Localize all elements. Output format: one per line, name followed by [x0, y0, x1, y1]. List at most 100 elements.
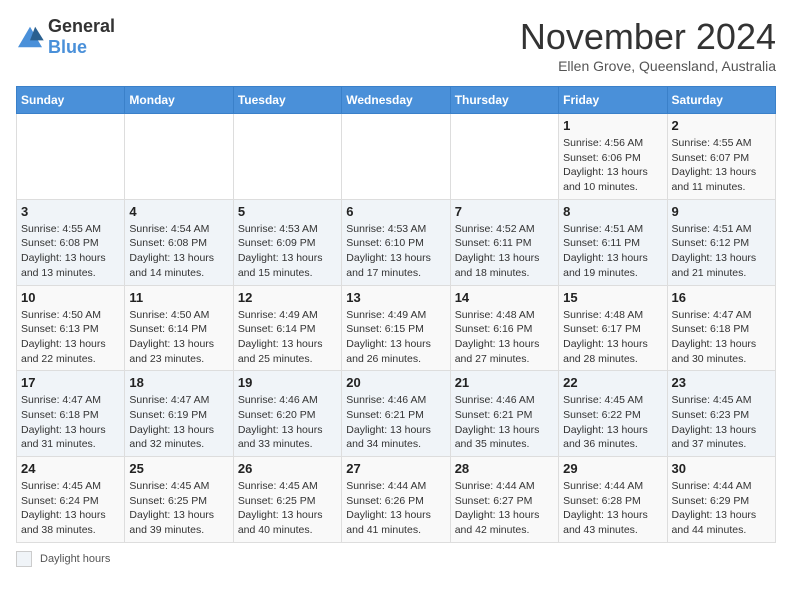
day-number: 8 [563, 204, 662, 219]
day-info: Sunrise: 4:45 AMSunset: 6:25 PMDaylight:… [238, 479, 337, 538]
calendar-cell: 1 Sunrise: 4:56 AMSunset: 6:06 PMDaylight… [559, 114, 667, 200]
calendar-cell: 17 Sunrise: 4:47 AMSunset: 6:18 PMDayligh… [17, 371, 125, 457]
calendar-cell: 6 Sunrise: 4:53 AMSunset: 6:10 PMDaylight… [342, 199, 450, 285]
day-info: Sunrise: 4:50 AMSunset: 6:14 PMDaylight:… [129, 308, 228, 367]
day-number: 14 [455, 290, 554, 305]
day-number: 10 [21, 290, 120, 305]
calendar-cell: 29 Sunrise: 4:44 AMSunset: 6:28 PMDayligh… [559, 457, 667, 543]
day-info: Sunrise: 4:44 AMSunset: 6:27 PMDaylight:… [455, 479, 554, 538]
calendar-cell: 4Sunrise: 4:54 AMSunset: 6:08 PMDaylight… [125, 199, 233, 285]
footer: Daylight hours [16, 551, 776, 567]
weekday-header-friday: Friday [559, 87, 667, 114]
day-info: Sunrise: 4:50 AMSunset: 6:13 PMDaylight:… [21, 308, 120, 367]
logo: General Blue [16, 16, 115, 58]
page-header: General Blue November 2024 Ellen Grove, … [16, 16, 776, 74]
day-info: Sunrise: 4:44 AMSunset: 6:28 PMDaylight:… [563, 479, 662, 538]
day-info: Sunrise: 4:56 AMSunset: 6:06 PMDaylight:… [563, 136, 662, 195]
day-info: Sunrise: 4:46 AMSunset: 6:21 PMDaylight:… [455, 393, 554, 452]
calendar-cell: 26 Sunrise: 4:45 AMSunset: 6:25 PMDayligh… [233, 457, 341, 543]
calendar-cell: 19 Sunrise: 4:46 AMSunset: 6:20 PMDayligh… [233, 371, 341, 457]
day-info: Sunrise: 4:44 AMSunset: 6:29 PMDaylight:… [672, 479, 771, 538]
calendar-cell: 7 Sunrise: 4:52 AMSunset: 6:11 PMDaylight… [450, 199, 558, 285]
day-number: 7 [455, 204, 554, 219]
day-info: Sunrise: 4:48 AMSunset: 6:17 PMDaylight:… [563, 308, 662, 367]
calendar-table: SundayMondayTuesdayWednesdayThursdayFrid… [16, 86, 776, 543]
day-info: Sunrise: 4:55 AMSunset: 6:07 PMDaylight:… [672, 136, 771, 195]
calendar-header: SundayMondayTuesdayWednesdayThursdayFrid… [17, 87, 776, 114]
day-number: 6 [346, 204, 445, 219]
day-info: Sunrise: 4:45 AMSunset: 6:24 PMDaylight:… [21, 479, 120, 538]
day-number: 22 [563, 375, 662, 390]
day-info: Sunrise: 4:45 AMSunset: 6:25 PMDaylight:… [129, 479, 228, 538]
month-title: November 2024 [520, 16, 776, 58]
day-number: 24 [21, 461, 120, 476]
calendar-cell: 15 Sunrise: 4:48 AMSunset: 6:17 PMDayligh… [559, 285, 667, 371]
calendar-cell: 23 Sunrise: 4:45 AMSunset: 6:23 PMDayligh… [667, 371, 775, 457]
calendar-cell: 16 Sunrise: 4:47 AMSunset: 6:18 PMDayligh… [667, 285, 775, 371]
calendar-cell: 22 Sunrise: 4:45 AMSunset: 6:22 PMDayligh… [559, 371, 667, 457]
day-info: Sunrise: 4:46 AMSunset: 6:20 PMDaylight:… [238, 393, 337, 452]
day-number: 18 [129, 375, 228, 390]
calendar-cell [17, 114, 125, 200]
day-number: 23 [672, 375, 771, 390]
day-info: Sunrise: 4:47 AMSunset: 6:18 PMDaylight:… [21, 393, 120, 452]
day-info: Sunrise: 4:51 AMSunset: 6:11 PMDaylight:… [563, 222, 662, 281]
calendar-cell: 8 Sunrise: 4:51 AMSunset: 6:11 PMDaylight… [559, 199, 667, 285]
calendar-cell: 28 Sunrise: 4:44 AMSunset: 6:27 PMDayligh… [450, 457, 558, 543]
day-number: 13 [346, 290, 445, 305]
calendar-cell: 30 Sunrise: 4:44 AMSunset: 6:29 PMDayligh… [667, 457, 775, 543]
location-subtitle: Ellen Grove, Queensland, Australia [520, 58, 776, 74]
calendar-cell [125, 114, 233, 200]
weekday-header-saturday: Saturday [667, 87, 775, 114]
day-number: 1 [563, 118, 662, 133]
day-info: Sunrise: 4:47 AMSunset: 6:18 PMDaylight:… [672, 308, 771, 367]
calendar-cell: 21 Sunrise: 4:46 AMSunset: 6:21 PMDayligh… [450, 371, 558, 457]
calendar-cell: 3 Sunrise: 4:55 AMSunset: 6:08 PMDaylight… [17, 199, 125, 285]
day-info: Sunrise: 4:53 AMSunset: 6:10 PMDaylight:… [346, 222, 445, 281]
calendar-cell: 12Sunrise: 4:49 AMSunset: 6:14 PMDayligh… [233, 285, 341, 371]
day-number: 16 [672, 290, 771, 305]
logo-general-text: General [48, 16, 115, 36]
day-number: 21 [455, 375, 554, 390]
calendar-cell [450, 114, 558, 200]
day-number: 11 [129, 290, 228, 305]
day-info: Sunrise: 4:53 AMSunset: 6:09 PMDaylight:… [238, 222, 337, 281]
day-info: Sunrise: 4:46 AMSunset: 6:21 PMDaylight:… [346, 393, 445, 452]
day-info: Sunrise: 4:45 AMSunset: 6:23 PMDaylight:… [672, 393, 771, 452]
day-number: 9 [672, 204, 771, 219]
day-number: 28 [455, 461, 554, 476]
weekday-header-monday: Monday [125, 87, 233, 114]
daylight-legend-box [16, 551, 32, 567]
calendar-cell [233, 114, 341, 200]
day-info: Sunrise: 4:51 AMSunset: 6:12 PMDaylight:… [672, 222, 771, 281]
day-info: Sunrise: 4:44 AMSunset: 6:26 PMDaylight:… [346, 479, 445, 538]
day-number: 27 [346, 461, 445, 476]
day-number: 30 [672, 461, 771, 476]
calendar-cell: 18 Sunrise: 4:47 AMSunset: 6:19 PMDayligh… [125, 371, 233, 457]
calendar-week-row: 3 Sunrise: 4:55 AMSunset: 6:08 PMDaylight… [17, 199, 776, 285]
calendar-cell: 5Sunrise: 4:53 AMSunset: 6:09 PMDaylight… [233, 199, 341, 285]
day-number: 12 [238, 290, 337, 305]
day-number: 3 [21, 204, 120, 219]
day-number: 2 [672, 118, 771, 133]
day-number: 29 [563, 461, 662, 476]
logo-icon [16, 25, 44, 49]
day-info: Sunrise: 4:47 AMSunset: 6:19 PMDaylight:… [129, 393, 228, 452]
calendar-week-row: 17 Sunrise: 4:47 AMSunset: 6:18 PMDayligh… [17, 371, 776, 457]
day-number: 19 [238, 375, 337, 390]
day-info: Sunrise: 4:48 AMSunset: 6:16 PMDaylight:… [455, 308, 554, 367]
calendar-cell [342, 114, 450, 200]
weekday-header-sunday: Sunday [17, 87, 125, 114]
day-number: 26 [238, 461, 337, 476]
day-number: 25 [129, 461, 228, 476]
day-number: 17 [21, 375, 120, 390]
day-info: Sunrise: 4:55 AMSunset: 6:08 PMDaylight:… [21, 222, 120, 281]
weekday-header-tuesday: Tuesday [233, 87, 341, 114]
calendar-week-row: 24 Sunrise: 4:45 AMSunset: 6:24 PMDayligh… [17, 457, 776, 543]
calendar-cell: 25 Sunrise: 4:45 AMSunset: 6:25 PMDayligh… [125, 457, 233, 543]
calendar-cell: 10 Sunrise: 4:50 AMSunset: 6:13 PMDayligh… [17, 285, 125, 371]
day-number: 20 [346, 375, 445, 390]
day-info: Sunrise: 4:45 AMSunset: 6:22 PMDaylight:… [563, 393, 662, 452]
day-info: Sunrise: 4:52 AMSunset: 6:11 PMDaylight:… [455, 222, 554, 281]
day-number: 15 [563, 290, 662, 305]
